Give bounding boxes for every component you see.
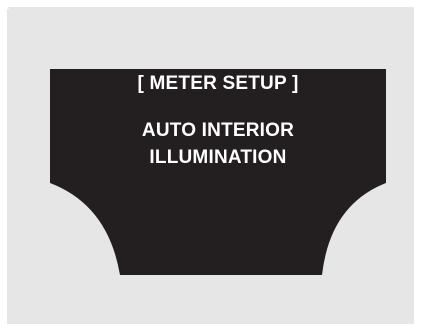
menu-item-line1: AUTO INTERIOR <box>141 120 295 141</box>
menu-title: [ METER SETUP ] <box>137 73 299 94</box>
meter-display: [ METER SETUP ] AUTO INTERIOR ILLUMINATI… <box>0 0 421 331</box>
triangle-down-icon <box>1 1 9 9</box>
figure-frame: [ METER SETUP ] AUTO INTERIOR ILLUMINATI… <box>0 0 421 331</box>
menu-item-line2: ILLUMINATION <box>149 147 287 168</box>
